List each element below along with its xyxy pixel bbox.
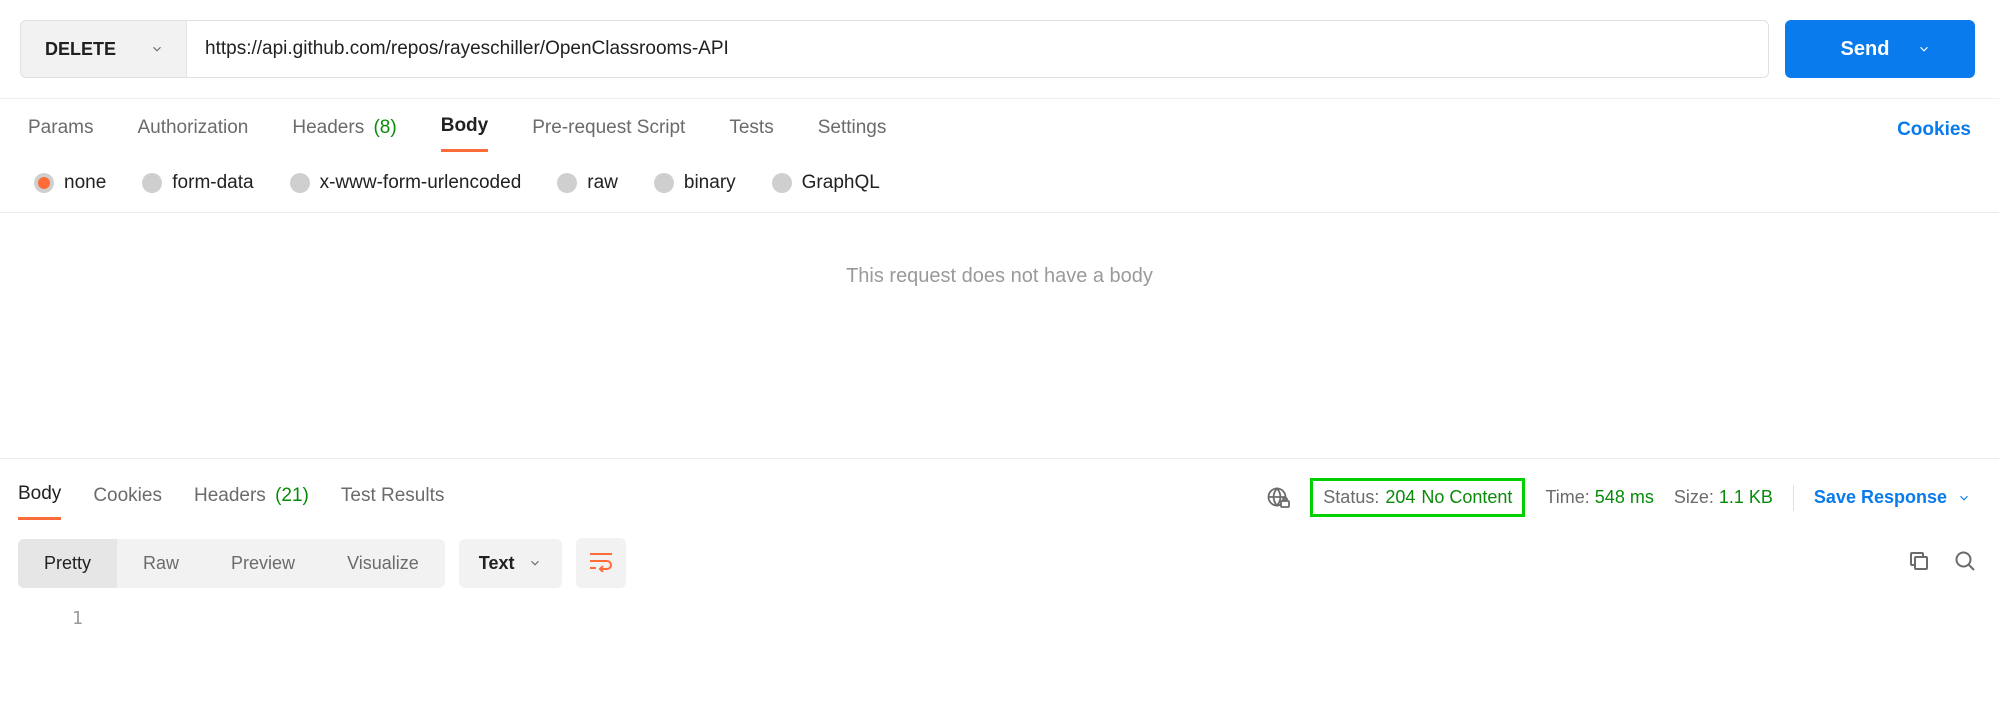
cookies-link[interactable]: Cookies <box>1897 119 1971 141</box>
radio-icon <box>654 173 674 193</box>
resp-tab-cookies[interactable]: Cookies <box>93 477 162 519</box>
time-meta: Time: 548 ms <box>1545 487 1653 508</box>
status-box: Status: 204 No Content <box>1310 478 1525 517</box>
radio-none[interactable]: none <box>34 172 106 194</box>
size-label: Size: <box>1674 487 1714 507</box>
request-bar: DELETE https://api.github.com/repos/raye… <box>0 0 1999 99</box>
radio-icon <box>142 173 162 193</box>
response-toolbar: Pretty Raw Preview Visualize Text <box>0 520 1999 600</box>
status-label: Status: <box>1323 487 1379 508</box>
tab-label: Settings <box>818 117 887 138</box>
tab-params[interactable]: Params <box>28 109 93 151</box>
format-select[interactable]: Text <box>459 539 563 588</box>
radio-label: GraphQL <box>802 172 880 194</box>
resp-tab-test-results[interactable]: Test Results <box>341 477 444 519</box>
time-value: 548 ms <box>1595 487 1654 507</box>
body-type-radios: none form-data x-www-form-urlencoded raw… <box>0 152 1999 213</box>
radio-raw[interactable]: raw <box>557 172 618 194</box>
view-tab-raw[interactable]: Raw <box>117 539 205 588</box>
radio-label: raw <box>587 172 618 194</box>
view-tab-label: Visualize <box>347 553 419 573</box>
radio-label: form-data <box>172 172 253 194</box>
copy-button[interactable] <box>1907 549 1931 578</box>
method-url-group: DELETE https://api.github.com/repos/raye… <box>20 20 1769 78</box>
search-button[interactable] <box>1953 549 1977 578</box>
divider <box>1793 485 1794 511</box>
save-response-label: Save Response <box>1814 487 1947 508</box>
view-tab-preview[interactable]: Preview <box>205 539 321 588</box>
radio-label: binary <box>684 172 736 194</box>
tab-count: (21) <box>275 485 309 506</box>
chevron-down-icon <box>528 556 542 570</box>
tab-body[interactable]: Body <box>441 107 489 152</box>
request-tabs: Params Authorization Headers (8) Body Pr… <box>0 99 1999 152</box>
radio-icon <box>557 173 577 193</box>
status-text: No Content <box>1421 487 1512 508</box>
view-tab-pretty[interactable]: Pretty <box>18 539 117 588</box>
http-method-label: DELETE <box>45 39 116 60</box>
view-tab-label: Pretty <box>44 553 91 573</box>
line-number: 1 <box>22 608 1977 629</box>
tab-label: Cookies <box>93 485 162 506</box>
tab-label: Body <box>441 115 489 136</box>
tab-label: Authorization <box>137 117 248 138</box>
size-meta: Size: 1.1 KB <box>1674 487 1773 508</box>
time-label: Time: <box>1545 487 1589 507</box>
format-select-label: Text <box>479 553 515 574</box>
response-body: 1 <box>0 600 1999 649</box>
radio-label: x-www-form-urlencoded <box>320 172 522 194</box>
request-url-input[interactable]: https://api.github.com/repos/rayeschille… <box>187 21 1768 77</box>
tab-authorization[interactable]: Authorization <box>137 109 248 151</box>
tab-label: Body <box>18 483 61 504</box>
tab-label: Headers <box>194 485 266 506</box>
resp-tab-headers[interactable]: Headers (21) <box>194 477 309 519</box>
radio-urlencoded[interactable]: x-www-form-urlencoded <box>290 172 522 194</box>
http-method-select[interactable]: DELETE <box>21 21 187 77</box>
wrap-icon <box>588 550 614 577</box>
view-tab-label: Preview <box>231 553 295 573</box>
radio-binary[interactable]: binary <box>654 172 736 194</box>
chevron-down-icon <box>1957 491 1971 505</box>
tab-label: Tests <box>729 117 773 138</box>
radio-icon <box>34 173 54 193</box>
response-header: Body Cookies Headers (21) Test Results S… <box>0 459 1999 520</box>
response-meta: Status: 204 No Content Time: 548 ms Size… <box>1266 478 1977 517</box>
radio-icon <box>290 173 310 193</box>
send-button[interactable]: Send <box>1785 20 1975 78</box>
chevron-down-icon <box>150 42 164 56</box>
tab-label: Test Results <box>341 485 444 506</box>
tab-headers[interactable]: Headers (8) <box>292 109 396 151</box>
tab-pre-request-script[interactable]: Pre-request Script <box>532 109 685 151</box>
radio-icon <box>772 173 792 193</box>
save-response-button[interactable]: Save Response <box>1814 487 1977 508</box>
size-value: 1.1 KB <box>1719 487 1773 507</box>
view-tab-visualize[interactable]: Visualize <box>321 539 445 588</box>
chevron-down-icon <box>1917 42 1931 56</box>
radio-label: none <box>64 172 106 194</box>
no-body-message: This request does not have a body <box>0 213 1999 459</box>
radio-form-data[interactable]: form-data <box>142 172 253 194</box>
view-tab-label: Raw <box>143 553 179 573</box>
tab-label: Headers <box>292 117 364 138</box>
resp-tab-body[interactable]: Body <box>18 475 61 520</box>
tab-tests[interactable]: Tests <box>729 109 773 151</box>
status-code: 204 <box>1385 487 1415 508</box>
request-url-text: https://api.github.com/repos/rayeschille… <box>205 38 729 60</box>
view-tabs: Pretty Raw Preview Visualize <box>18 539 445 588</box>
radio-graphql[interactable]: GraphQL <box>772 172 880 194</box>
send-button-label: Send <box>1841 38 1890 61</box>
tab-count: (8) <box>373 117 396 138</box>
tab-label: Params <box>28 117 93 138</box>
cookies-link-label: Cookies <box>1897 119 1971 140</box>
wrap-lines-button[interactable] <box>576 538 626 588</box>
tab-settings[interactable]: Settings <box>818 109 887 151</box>
globe-lock-icon <box>1266 486 1290 510</box>
tab-label: Pre-request Script <box>532 117 685 138</box>
